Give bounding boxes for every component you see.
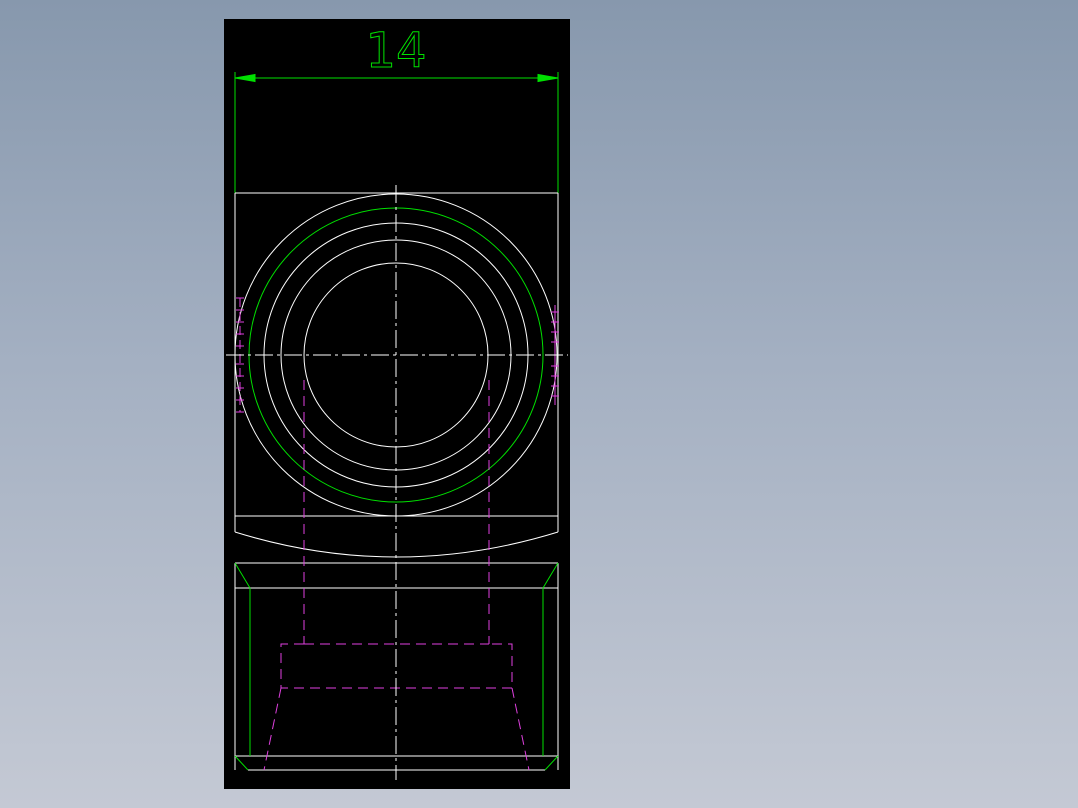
dimension-arrow-left [234, 73, 256, 83]
hidden-taper-right [511, 687, 530, 771]
hidden-taper-left [263, 687, 282, 771]
front-chamfer-bl [234, 755, 249, 771]
dimension-group: 14 [234, 23, 559, 193]
drawing-canvas: 14 [224, 19, 570, 789]
front-chamfer-br [544, 755, 559, 771]
cad-drawing: 14 [226, 23, 568, 780]
center-lines [226, 185, 568, 780]
dimension-label: 14 [365, 23, 426, 79]
front-chamfer-tl [234, 562, 251, 589]
dimension-arrow-right [537, 73, 559, 83]
front-chamfer-tr [542, 562, 559, 589]
